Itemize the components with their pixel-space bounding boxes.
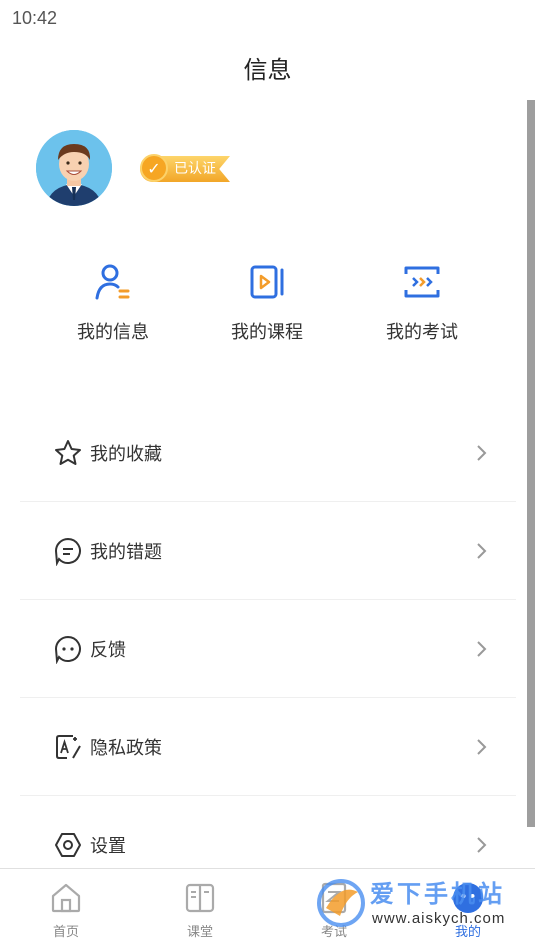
chat-lines-icon xyxy=(52,535,84,567)
menu-item-label: 设置 xyxy=(90,836,126,857)
hexagon-settings-icon xyxy=(52,829,84,861)
watermark-url: www.aiskych.com xyxy=(372,910,506,927)
watermark-logo-icon xyxy=(317,879,365,927)
status-time: 10:42 xyxy=(12,8,58,28)
avatar[interactable] xyxy=(36,130,112,206)
settings-menu: 我的收藏 我的错题 反馈 隐私政策 设置 xyxy=(20,404,516,894)
status-bar: 10:42 xyxy=(0,0,535,36)
chevron-right-icon xyxy=(477,837,487,853)
shortcut-label: 我的信息 xyxy=(77,322,149,343)
shortcut-my-exams[interactable]: 我的考试 xyxy=(347,262,497,344)
menu-item-label: 我的收藏 xyxy=(90,443,162,465)
chevron-right-icon xyxy=(477,738,487,755)
star-icon xyxy=(52,437,84,469)
menu-item-wrong-answers[interactable]: 我的错题 xyxy=(20,502,516,600)
chevron-right-icon xyxy=(477,542,487,559)
user-info-icon xyxy=(95,264,130,300)
site-watermark: 爱下手机站 www.aiskych.com xyxy=(312,872,535,951)
menu-item-privacy-policy[interactable]: 隐私政策 xyxy=(20,698,516,796)
tab-label: 课堂 xyxy=(186,925,213,940)
tab-home[interactable]: 首页 xyxy=(16,881,116,940)
verified-badge: ✓ 已认证 xyxy=(140,154,230,184)
shortcut-my-courses[interactable]: 我的课程 xyxy=(192,262,342,344)
exam-arrows-icon xyxy=(404,266,440,298)
feedback-bubble-icon xyxy=(52,633,84,665)
tab-classroom[interactable]: 课堂 xyxy=(150,881,250,940)
menu-item-label: 反馈 xyxy=(90,639,126,661)
menu-item-feedback[interactable]: 反馈 xyxy=(20,600,516,698)
page-title: 信息 xyxy=(243,56,292,84)
menu-item-favorites[interactable]: 我的收藏 xyxy=(20,404,516,502)
chevron-right-icon xyxy=(477,640,487,657)
tab-label: 首页 xyxy=(52,925,79,940)
home-icon xyxy=(51,883,81,913)
watermark-text: 爱下手机站 xyxy=(370,880,505,908)
shortcut-label: 我的考试 xyxy=(386,322,458,343)
menu-item-label: 我的错题 xyxy=(90,541,162,563)
scrollbar[interactable] xyxy=(527,100,535,827)
book-icon xyxy=(185,883,215,913)
course-play-icon xyxy=(250,265,284,299)
check-seal-icon: ✓ xyxy=(140,154,168,182)
shortcut-my-info[interactable]: 我的信息 xyxy=(38,262,188,344)
menu-item-label: 隐私政策 xyxy=(90,737,162,759)
chevron-right-icon xyxy=(477,444,487,461)
avatar-man-icon xyxy=(36,130,112,206)
shortcut-label: 我的课程 xyxy=(231,322,303,343)
edit-doc-icon xyxy=(52,731,84,763)
shortcut-row: 我的信息 我的课程 我的考试 xyxy=(0,262,535,352)
